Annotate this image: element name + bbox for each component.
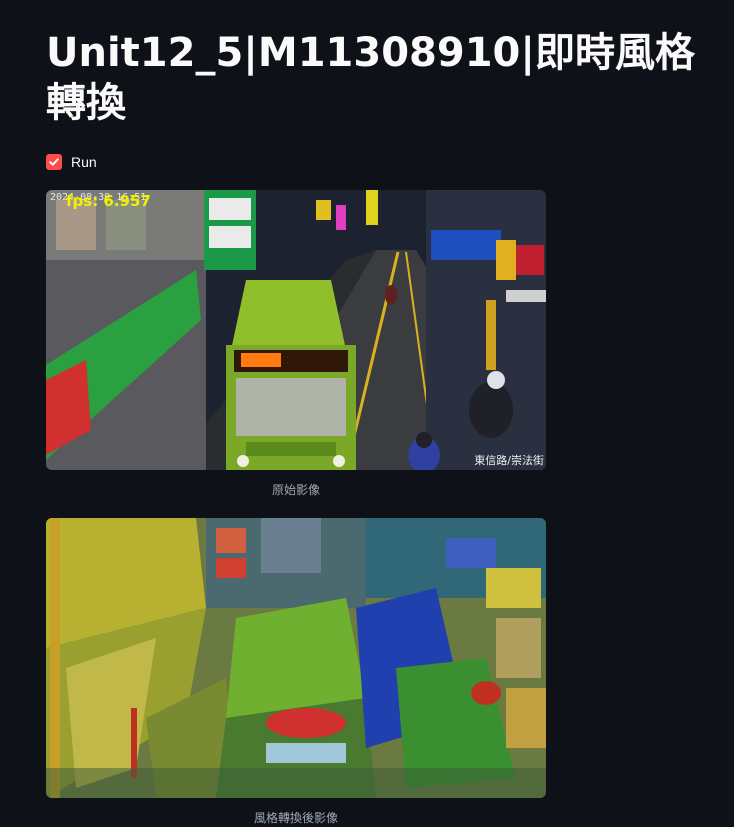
original-video-frame: 2024-08-30 16:51 fps: 6.957 東信路/崇法街 (46, 190, 546, 470)
run-label: Run (71, 154, 97, 170)
checkmark-icon[interactable] (46, 154, 62, 170)
run-checkbox[interactable]: Run (46, 152, 97, 172)
original-image-caption: 原始影像 (271, 483, 320, 497)
location-overlay: 東信路/崇法街 (474, 454, 544, 467)
styled-video-frame (46, 518, 546, 798)
fps-overlay: fps: 6.957 (66, 192, 151, 210)
styled-image-caption: 風格轉換後影像 (253, 811, 338, 825)
page-title: Unit12_5|M11308910|即時風格轉換 (46, 30, 695, 126)
app-main: Unit12_5|M11308910|即時風格轉換 Run 2024-08-30… (0, 0, 734, 827)
